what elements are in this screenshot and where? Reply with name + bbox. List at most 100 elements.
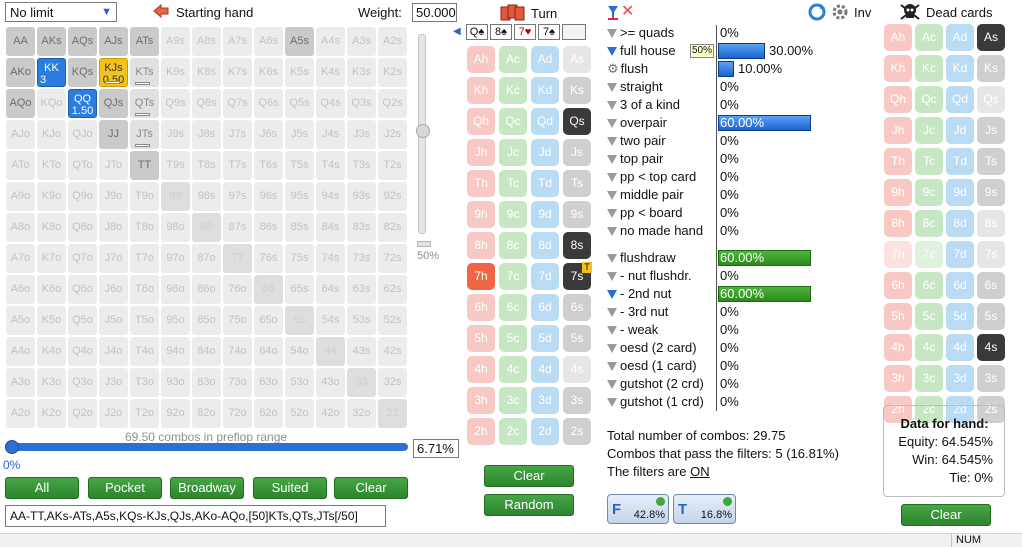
dead-card-Ac[interactable]: Ac <box>915 24 943 51</box>
dead-card-Th[interactable]: Th <box>884 148 912 175</box>
hand-cell[interactable]: J5s <box>285 120 314 149</box>
board-card-3[interactable]: 7♥ <box>514 24 536 40</box>
hand-cell[interactable]: 62o <box>254 399 283 428</box>
filter-row[interactable]: pp < top card <box>607 168 696 186</box>
filter-icon[interactable] <box>607 119 617 129</box>
hand-cell[interactable]: 65o <box>254 306 283 335</box>
dead-card-4s[interactable]: 4s <box>977 334 1005 361</box>
hand-cell[interactable]: 96s <box>254 182 283 211</box>
hand-cell[interactable]: T3s <box>347 151 376 180</box>
hand-cell[interactable]: 99 <box>161 182 190 211</box>
board-card-5d[interactable]: 5d <box>531 325 559 352</box>
hand-cell[interactable]: 33 <box>347 368 376 397</box>
range-percent-input[interactable]: 6.71% <box>413 439 459 458</box>
board-card-7c[interactable]: 7c <box>499 263 527 290</box>
dead-card-Jd[interactable]: Jd <box>946 117 974 144</box>
hand-cell[interactable]: 85s <box>285 213 314 242</box>
hand-cell[interactable]: 86o <box>192 275 221 304</box>
hand-cell[interactable]: K5s <box>285 58 314 87</box>
hand-cell[interactable]: Q6s <box>254 89 283 118</box>
hand-cell[interactable]: KJs 0.50 <box>99 58 128 87</box>
dead-card-9h[interactable]: 9h <box>884 179 912 206</box>
hand-cell[interactable]: 66 <box>254 275 283 304</box>
hand-cell[interactable]: 84o <box>192 337 221 366</box>
hand-cell[interactable]: AKs <box>37 27 66 56</box>
filter-icon[interactable] <box>607 155 617 165</box>
board-card-2s[interactable]: 2s <box>563 418 591 445</box>
hand-cell[interactable]: 55 <box>285 306 314 335</box>
dead-card-3c[interactable]: 3c <box>915 365 943 392</box>
board-card-2h[interactable]: 2h <box>467 418 495 445</box>
hand-cell[interactable]: T2o <box>130 399 159 428</box>
hand-cell[interactable]: Q7o <box>68 244 97 273</box>
board-card-6s[interactable]: 6s <box>563 294 591 321</box>
board-card-8d[interactable]: 8d <box>531 232 559 259</box>
dead-card-Qd[interactable]: Qd <box>946 86 974 113</box>
hand-cell[interactable]: Q8o <box>68 213 97 242</box>
filter-icon[interactable] <box>607 137 617 147</box>
dead-card-Kh[interactable]: Kh <box>884 55 912 82</box>
filter-icon[interactable] <box>607 308 617 318</box>
hand-cell[interactable]: T4s <box>316 151 345 180</box>
gear-icon[interactable] <box>831 3 849 21</box>
hand-cell[interactable]: 42s <box>378 337 407 366</box>
filter-icon[interactable] <box>607 101 617 111</box>
board-card-Ac[interactable]: Ac <box>499 46 527 73</box>
filter-icon[interactable] <box>607 4 619 20</box>
dead-card-Ah[interactable]: Ah <box>884 24 912 51</box>
clear-range-button[interactable]: Clear <box>334 477 408 499</box>
weight-input[interactable]: 50.000 <box>412 3 457 22</box>
hand-cell[interactable]: J5o <box>99 306 128 335</box>
hand-cell[interactable]: A2o <box>6 399 35 428</box>
filter-icon[interactable] <box>607 380 617 390</box>
dead-card-As[interactable]: As <box>977 24 1005 51</box>
hand-cell[interactable]: 73o <box>223 368 252 397</box>
hand-cell[interactable]: 42o <box>316 399 345 428</box>
hand-cell[interactable]: Q8s <box>192 89 221 118</box>
hand-cell[interactable]: J6s <box>254 120 283 149</box>
hand-cell[interactable]: 54s <box>316 306 345 335</box>
hand-cell[interactable]: KK 3 <box>37 58 66 87</box>
range-slider-handle[interactable] <box>5 440 19 454</box>
dead-card-5h[interactable]: 5h <box>884 303 912 330</box>
dead-card-Ks[interactable]: Ks <box>977 55 1005 82</box>
hand-cell[interactable]: 92s <box>378 182 407 211</box>
back-arrow-icon[interactable] <box>152 3 170 19</box>
dead-card-7s[interactable]: 7s <box>977 241 1005 268</box>
hand-cell[interactable]: 74s <box>316 244 345 273</box>
board-card-5[interactable] <box>562 24 586 40</box>
hand-cell[interactable]: AKo <box>6 58 35 87</box>
hand-cell[interactable]: A5s <box>285 27 314 56</box>
hand-cell[interactable]: J2s <box>378 120 407 149</box>
hand-cell[interactable]: K7s <box>223 58 252 87</box>
hand-cell[interactable]: 72o <box>223 399 252 428</box>
filter-icon[interactable] <box>607 173 617 183</box>
hand-cell[interactable]: QTo <box>68 151 97 180</box>
hand-cell[interactable]: Q3o <box>68 368 97 397</box>
board-card-2c[interactable]: 2c <box>499 418 527 445</box>
board-card-3h[interactable]: 3h <box>467 387 495 414</box>
hand-cell[interactable]: T9o <box>130 182 159 211</box>
board-clear-button[interactable]: Clear <box>484 465 574 487</box>
hand-cell[interactable]: 77 <box>223 244 252 273</box>
hand-cell[interactable]: J4s <box>316 120 345 149</box>
hand-cell[interactable]: K8s <box>192 58 221 87</box>
hand-cell[interactable]: A8o <box>6 213 35 242</box>
hand-cell[interactable]: K3o <box>37 368 66 397</box>
hand-cell[interactable]: 93s <box>347 182 376 211</box>
filter-row[interactable]: gutshot (2 crd) <box>607 375 704 393</box>
filter-row[interactable]: no made hand <box>607 222 703 240</box>
hand-cell[interactable]: Q2o <box>68 399 97 428</box>
dead-card-Ad[interactable]: Ad <box>946 24 974 51</box>
board-card-5h[interactable]: 5h <box>467 325 495 352</box>
filter-row[interactable]: 3 of a kind <box>607 96 680 114</box>
suited-button[interactable]: Suited <box>253 477 327 499</box>
board-card-Jh[interactable]: Jh <box>467 139 495 166</box>
board-card-1[interactable]: Q♠ <box>466 24 488 40</box>
pocket-button[interactable]: Pocket <box>88 477 162 499</box>
filter-row[interactable]: ⚙ flush <box>607 60 648 78</box>
dead-card-Js[interactable]: Js <box>977 117 1005 144</box>
hand-cell[interactable]: K8o <box>37 213 66 242</box>
hand-cell[interactable]: ATs <box>130 27 159 56</box>
hand-cell[interactable]: 76o <box>223 275 252 304</box>
